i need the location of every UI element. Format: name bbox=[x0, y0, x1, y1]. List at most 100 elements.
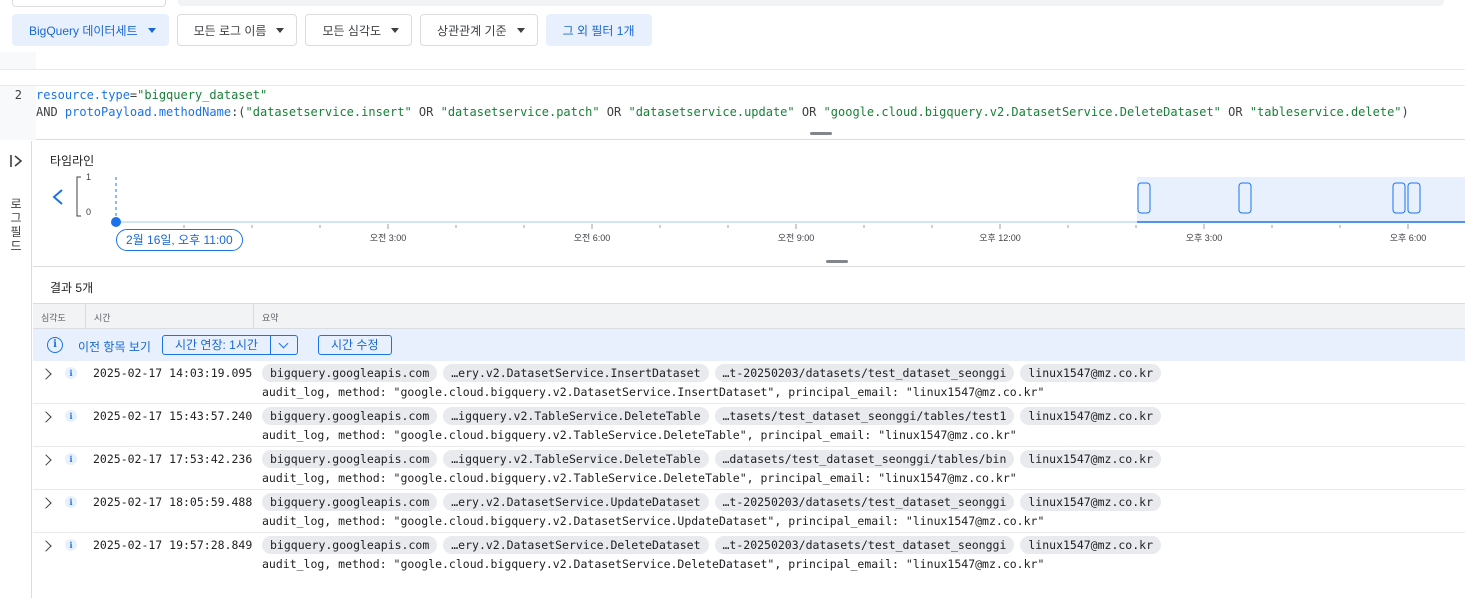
expand-row-icon[interactable] bbox=[40, 540, 52, 552]
table-row[interactable]: i 2025-02-17 15:43:57.240 bigquery.googl… bbox=[33, 404, 1465, 447]
expand-row-icon[interactable] bbox=[40, 368, 52, 380]
query-line-1[interactable]: 1 resource.type="bigquery_dataset" bbox=[0, 53, 1465, 102]
row-chips: bigquery.googleapis.com …igquery.v2.Tabl… bbox=[262, 407, 1161, 425]
caret-down-icon bbox=[147, 27, 156, 33]
query-line-2[interactable]: 2 AND protoPayload.methodName:("datasets… bbox=[0, 69, 1465, 119]
info-severity-icon: i bbox=[65, 539, 77, 551]
histogram-bar[interactable] bbox=[1238, 182, 1252, 214]
query-operator: OR bbox=[794, 105, 824, 119]
y-axis-min: 0 bbox=[86, 207, 91, 217]
caret-down-icon bbox=[516, 27, 525, 33]
table-row[interactable]: i 2025-02-17 17:53:42.236 bigquery.googl… bbox=[33, 447, 1465, 490]
expand-row-icon[interactable] bbox=[40, 497, 52, 509]
table-row[interactable]: i 2025-02-17 14:03:19.095 bigquery.googl… bbox=[33, 361, 1465, 404]
info-severity-icon: i bbox=[65, 453, 77, 465]
row-chips: bigquery.googleapis.com …igquery.v2.Tabl… bbox=[262, 450, 1161, 468]
expand-panel-icon[interactable] bbox=[9, 153, 25, 169]
show-previous-link[interactable]: 이전 항목 보기 bbox=[78, 338, 151, 355]
query-code: resource.type="bigquery_dataset" bbox=[36, 87, 267, 104]
editor-resize-handle[interactable] bbox=[810, 132, 832, 135]
expand-row-icon[interactable] bbox=[40, 411, 52, 423]
method-chip[interactable]: …ery.v2.DatasetService.UpdateDataset bbox=[443, 493, 709, 511]
log-fields-label[interactable]: 로그 필드 bbox=[9, 197, 23, 253]
service-chip[interactable]: bigquery.googleapis.com bbox=[262, 450, 438, 468]
start-marker-dot[interactable] bbox=[111, 217, 121, 227]
query-string: "bigquery_dataset" bbox=[137, 88, 268, 102]
service-chip[interactable]: bigquery.googleapis.com bbox=[262, 407, 438, 425]
resource-filter-label: BigQuery 데이터세트 bbox=[29, 23, 138, 38]
resource-chip[interactable]: …t-20250203/datasets/test_dataset_seongg… bbox=[714, 364, 1015, 382]
project-picker[interactable] bbox=[12, 0, 166, 7]
more-filters-button[interactable]: 그 외 필터 1개 bbox=[545, 14, 652, 46]
method-chip[interactable]: …ery.v2.DatasetService.InsertDataset bbox=[443, 364, 709, 382]
row-timestamp: 2025-02-17 18:05:59.488 bbox=[93, 495, 253, 509]
tick-label: 오전 6:00 bbox=[574, 233, 611, 243]
method-chip[interactable]: …igquery.v2.TableService.DeleteTable bbox=[443, 450, 709, 468]
column-header-summary[interactable]: 요약 bbox=[262, 311, 279, 324]
severity-filter-label: 모든 심각도 bbox=[322, 23, 382, 38]
query-operator: OR bbox=[599, 105, 629, 119]
severity-filter-button[interactable]: 모든 심각도 bbox=[305, 14, 413, 46]
resource-chip[interactable]: …t-20250203/datasets/test_dataset_seongg… bbox=[714, 536, 1015, 554]
top-strip bbox=[0, 0, 1465, 8]
column-header-severity[interactable]: 심각도 bbox=[41, 311, 66, 324]
timeline-start-chip[interactable]: 2월 16일, 오후 11:00 bbox=[116, 229, 243, 251]
results-table-header: 심각도 시간 요약 bbox=[33, 303, 1465, 329]
query-string: "google.cloud.bigquery.v2.DatasetService… bbox=[823, 105, 1221, 119]
resource-chip[interactable]: …datasets/test_dataset_seonggi/tables/bi… bbox=[714, 450, 1015, 468]
resource-chip[interactable]: …tasets/test_dataset_seonggi/tables/test… bbox=[714, 407, 1015, 425]
row-summary: audit_log, method: "google.cloud.bigquer… bbox=[262, 428, 1017, 442]
histogram-bar[interactable] bbox=[1392, 182, 1406, 214]
service-chip[interactable]: bigquery.googleapis.com bbox=[262, 536, 438, 554]
resource-filter-button[interactable]: BigQuery 데이터세트 bbox=[12, 14, 169, 46]
edit-time-button[interactable]: 시간 수정 bbox=[318, 335, 392, 355]
column-divider[interactable] bbox=[85, 304, 86, 328]
timeline-histogram[interactable]: 1 0 오전 3:00 오전 6:00 오전 9:00 오후 12:00 오후 … bbox=[33, 141, 1465, 267]
chevron-down-icon[interactable] bbox=[271, 336, 297, 354]
log-name-filter-label: 모든 로그 이름 bbox=[193, 23, 267, 38]
minor-ticks bbox=[183, 224, 1409, 229]
search-bar[interactable] bbox=[178, 0, 1444, 6]
query-string: "datasetservice.update" bbox=[628, 105, 795, 119]
service-chip[interactable]: bigquery.googleapis.com bbox=[262, 364, 438, 382]
correlation-filter-button[interactable]: 상관관계 기준 bbox=[420, 14, 538, 46]
timeline-panel: 타임라인 1 0 오전 3:00 오전 6:00 오전 9:00 오후 12:0… bbox=[33, 141, 1465, 267]
query-operator: OR bbox=[411, 105, 441, 119]
principal-chip[interactable]: linux1547@mz.co.kr bbox=[1020, 407, 1161, 425]
row-timestamp: 2025-02-17 14:03:19.095 bbox=[93, 366, 253, 380]
service-chip[interactable]: bigquery.googleapis.com bbox=[262, 493, 438, 511]
histogram-bar[interactable] bbox=[1137, 182, 1151, 214]
query-field: protoPayload.methodName bbox=[64, 105, 232, 119]
column-divider[interactable] bbox=[253, 304, 254, 328]
resource-chip[interactable]: …t-20250203/datasets/test_dataset_seongg… bbox=[714, 493, 1015, 511]
row-summary: audit_log, method: "google.cloud.bigquer… bbox=[262, 471, 1017, 485]
extend-time-button[interactable]: 시간 연장: 1시간 bbox=[162, 335, 298, 355]
row-chips: bigquery.googleapis.com …ery.v2.DatasetS… bbox=[262, 364, 1161, 382]
table-row[interactable]: i 2025-02-17 19:57:28.849 bigquery.googl… bbox=[33, 533, 1465, 576]
results-list: i 2025-02-17 14:03:19.095 bigquery.googl… bbox=[33, 361, 1465, 576]
histogram-bar[interactable] bbox=[1407, 182, 1421, 214]
principal-chip[interactable]: linux1547@mz.co.kr bbox=[1020, 450, 1161, 468]
caret-down-icon bbox=[276, 27, 285, 33]
log-name-filter-button[interactable]: 모든 로그 이름 bbox=[176, 14, 298, 46]
log-fields-panel: 로그 필드 bbox=[0, 141, 32, 598]
principal-chip[interactable]: linux1547@mz.co.kr bbox=[1020, 493, 1161, 511]
principal-chip[interactable]: linux1547@mz.co.kr bbox=[1020, 536, 1161, 554]
chevron-left-icon[interactable] bbox=[52, 189, 63, 205]
query-operator: OR bbox=[1220, 105, 1250, 119]
query-editor[interactable]: 1 resource.type="bigquery_dataset" 2 AND… bbox=[0, 52, 1465, 140]
expand-row-icon[interactable] bbox=[40, 454, 52, 466]
principal-chip[interactable]: linux1547@mz.co.kr bbox=[1020, 364, 1161, 382]
column-header-time[interactable]: 시간 bbox=[94, 311, 111, 324]
correlation-filter-label: 상관관계 기준 bbox=[437, 23, 507, 38]
query-operator: ) bbox=[1401, 105, 1409, 119]
method-chip[interactable]: …ery.v2.DatasetService.DeleteDataset bbox=[443, 536, 709, 554]
row-timestamp: 2025-02-17 19:57:28.849 bbox=[93, 538, 253, 552]
row-timestamp: 2025-02-17 15:43:57.240 bbox=[93, 409, 253, 423]
table-row[interactable]: i 2025-02-17 18:05:59.488 bigquery.googl… bbox=[33, 490, 1465, 533]
query-string: "datasetservice.patch" bbox=[440, 105, 600, 119]
tick-label: 오전 9:00 bbox=[778, 233, 815, 243]
method-chip[interactable]: …igquery.v2.TableService.DeleteTable bbox=[443, 407, 709, 425]
timeline-resize-handle[interactable] bbox=[826, 260, 848, 263]
extend-time-label[interactable]: 시간 연장: 1시간 bbox=[163, 336, 271, 354]
